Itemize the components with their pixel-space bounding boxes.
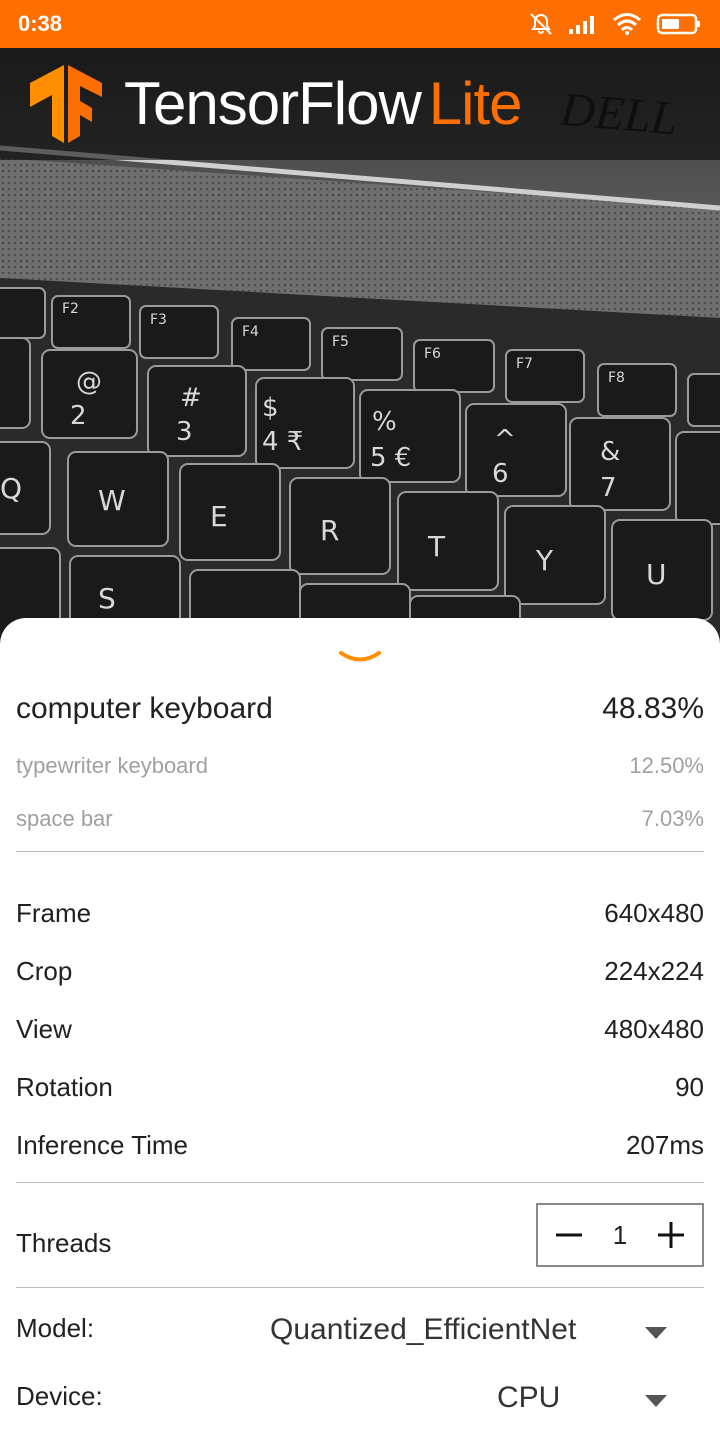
- info-label: Inference Time: [16, 1130, 188, 1160]
- device-select[interactable]: CPU: [497, 1381, 560, 1415]
- model-select[interactable]: Quantized_EfficientNet: [270, 1313, 576, 1347]
- dropdown-arrow-icon: [645, 1395, 667, 1407]
- device-label: Device:: [16, 1381, 103, 1411]
- model-label: Model:: [16, 1313, 95, 1343]
- svg-text:^: ^: [494, 425, 516, 455]
- status-bar: 0:38: [0, 0, 720, 48]
- threads-increment-button[interactable]: [654, 1218, 688, 1252]
- sheet-collapse-handle[interactable]: [338, 648, 382, 672]
- info-value: 224x224: [604, 956, 704, 986]
- result-third: space bar 7.03%: [16, 806, 704, 832]
- svg-text:F8: F8: [608, 370, 625, 386]
- result-label: space bar: [16, 806, 113, 831]
- info-label: Rotation: [16, 1072, 113, 1102]
- result-label: computer keyboard: [16, 692, 273, 725]
- result-top: computer keyboard 48.83%: [16, 692, 704, 726]
- minus-icon: [556, 1233, 582, 1237]
- tensorflow-logo-icon: [30, 65, 102, 143]
- svg-text:F3: F3: [150, 312, 167, 328]
- svg-text:5 €: 5 €: [370, 443, 411, 473]
- app-title-accent: Lite: [428, 70, 523, 137]
- info-row-inference-time: Inference Time 207ms: [16, 1130, 704, 1161]
- svg-text:W: W: [98, 484, 126, 517]
- info-value: 640x480: [604, 898, 704, 928]
- result-score: 48.83%: [602, 692, 704, 725]
- svg-text:3: 3: [176, 417, 193, 447]
- info-row-crop: Crop 224x224: [16, 956, 704, 987]
- info-value: 207ms: [625, 1130, 704, 1160]
- app-title: TensorFlow Lite: [124, 74, 523, 134]
- battery-icon: [656, 13, 700, 35]
- divider: [16, 1287, 704, 1288]
- svg-text:F7: F7: [516, 356, 533, 372]
- svg-text:E: E: [210, 500, 228, 533]
- svg-text:F2: F2: [62, 301, 79, 317]
- plus-icon: [658, 1222, 684, 1248]
- svg-text:Y: Y: [535, 544, 554, 577]
- info-value: 90: [675, 1072, 704, 1102]
- threads-value: 1: [612, 1219, 628, 1250]
- svg-text:#: #: [180, 383, 202, 413]
- result-second: typewriter keyboard 12.50%: [16, 753, 704, 779]
- svg-text:F5: F5: [332, 334, 349, 350]
- info-label: Frame: [16, 898, 92, 928]
- svg-text:7: 7: [600, 473, 617, 503]
- threads-decrement-button[interactable]: [552, 1218, 586, 1252]
- threads-label: Threads: [16, 1228, 112, 1258]
- app-title-primary: TensorFlow: [124, 70, 422, 137]
- chevron-down-icon[interactable]: [338, 648, 382, 668]
- alarm-off-icon: [530, 13, 552, 35]
- svg-text:Q: Q: [0, 472, 22, 505]
- svg-text:R: R: [320, 514, 339, 547]
- svg-text:6: 6: [492, 459, 509, 489]
- svg-text:F4: F4: [242, 324, 259, 340]
- svg-text:T: T: [427, 530, 446, 563]
- divider: [16, 851, 704, 852]
- app-toolbar: TensorFlow Lite: [0, 48, 720, 160]
- device-dropdown-arrow[interactable]: [645, 1392, 667, 1411]
- status-icons: [528, 11, 702, 37]
- svg-text:2: 2: [70, 401, 87, 431]
- svg-text:&: &: [600, 437, 620, 467]
- info-value: 480x480: [604, 1014, 704, 1044]
- result-score: 12.50%: [629, 753, 704, 778]
- svg-text:%: %: [372, 407, 397, 437]
- threads-stepper: 1: [536, 1203, 704, 1267]
- svg-text:4 ₹: 4 ₹: [262, 427, 303, 457]
- signal-icon: [569, 16, 594, 34]
- info-label: Crop: [16, 956, 73, 986]
- info-row-view: View 480x480: [16, 1014, 704, 1045]
- result-score: 7.03%: [641, 806, 704, 831]
- dropdown-arrow-icon: [645, 1327, 667, 1339]
- svg-text:@: @: [76, 367, 102, 397]
- svg-text:S: S: [98, 582, 116, 615]
- svg-text:F6: F6: [424, 346, 441, 362]
- status-time: 0:38: [18, 11, 63, 36]
- bottom-sheet: computer keyboard 48.83% typewriter keyb…: [0, 618, 720, 1440]
- wifi-icon: [613, 13, 641, 35]
- device-selected-value: CPU: [497, 1381, 561, 1414]
- model-selected-value: Quantized_EfficientNet: [270, 1313, 577, 1346]
- svg-text:U: U: [646, 558, 667, 591]
- svg-text:$: $: [262, 393, 279, 423]
- info-label: View: [16, 1014, 72, 1044]
- result-label: typewriter keyboard: [16, 753, 208, 778]
- info-row-frame: Frame 640x480: [16, 898, 704, 929]
- model-dropdown-arrow[interactable]: [645, 1324, 667, 1343]
- info-row-rotation: Rotation 90: [16, 1072, 704, 1103]
- divider: [16, 1182, 704, 1183]
